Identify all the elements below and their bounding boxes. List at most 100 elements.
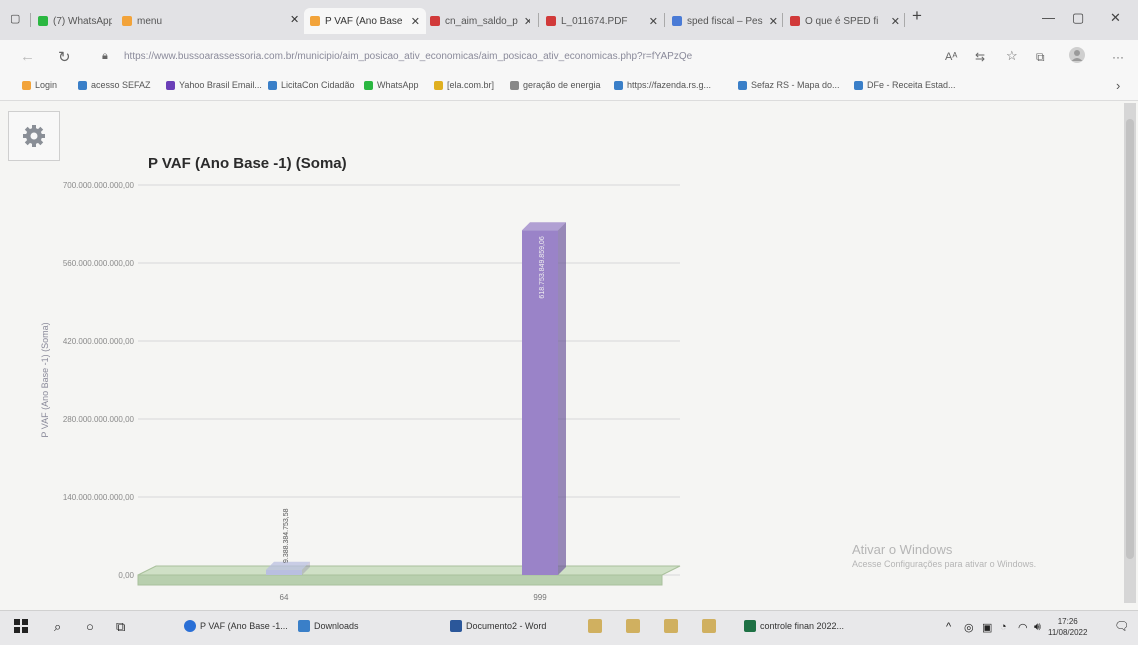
taskbar-app-label: P VAF (Ano Base -1... xyxy=(200,621,288,631)
tab-actions-icon[interactable]: ▢ xyxy=(10,12,20,25)
close-icon[interactable]: ✕ xyxy=(518,15,530,28)
watermark-title: Ativar o Windows xyxy=(852,542,953,557)
close-icon[interactable]: ✕ xyxy=(290,13,299,26)
app-icon[interactable] xyxy=(588,619,602,636)
site-icon xyxy=(790,16,800,26)
tray-app-icon[interactable]: ◎ xyxy=(964,621,974,634)
bookmark-fazenda-rs[interactable]: https://fazenda.rs.g... xyxy=(614,80,711,90)
collections-icon[interactable]: ⧉ xyxy=(1036,50,1045,65)
taskbar-app-browser[interactable]: P VAF (Ano Base -1... xyxy=(184,620,288,632)
bookmark-ela[interactable]: [ela.com.br] xyxy=(434,80,494,90)
windows-start-icon[interactable] xyxy=(14,619,28,636)
taskbar-app-word[interactable]: Documento2 - Word xyxy=(450,620,546,632)
minimize-button[interactable]: — xyxy=(1042,10,1055,25)
reload-icon[interactable]: ↻ xyxy=(58,48,71,66)
favorite-star-icon[interactable]: ☆ xyxy=(1006,48,1018,64)
search-icon xyxy=(672,16,682,26)
y-tick-label: 420.000.000.000,00 xyxy=(63,337,135,346)
bookmark-yahoo[interactable]: Yahoo Brasil Email... xyxy=(166,80,262,90)
taskbar-app-label: Documento2 - Word xyxy=(466,621,547,631)
close-icon[interactable]: ✕ xyxy=(643,15,658,28)
bookmark-label: Login xyxy=(35,80,58,90)
url-field[interactable]: https://www.bussoarassessoria.com.br/mun… xyxy=(124,51,692,62)
tray-overflow-icon[interactable]: ^ xyxy=(946,621,951,633)
yahoo-icon xyxy=(166,80,175,90)
address-bar: ← ↻ 🔒︎ https://www.bussoarassessoria.com… xyxy=(0,40,1138,74)
site-icon xyxy=(268,80,277,90)
chart-floor-front xyxy=(137,574,663,586)
tab-label: sped fiscal – Pes xyxy=(687,15,763,27)
lock-icon: 🔒︎ xyxy=(102,50,108,62)
bookmark-sefaz-rs-mapa[interactable]: Sefaz RS - Mapa do... xyxy=(738,80,840,90)
more-menu-icon[interactable]: ··· xyxy=(1112,50,1124,64)
close-icon[interactable]: ✕ xyxy=(885,15,900,28)
bookmark-label: [ela.com.br] xyxy=(447,80,495,90)
restore-button[interactable]: ▢ xyxy=(1072,10,1084,26)
cortana-icon[interactable]: ○ xyxy=(86,619,94,634)
taskbar-app-label: controle finan 2022... xyxy=(760,621,845,631)
tray-app-icon[interactable]: ▣ xyxy=(982,621,992,634)
more-bookmarks-chevron-icon[interactable]: › xyxy=(1116,78,1120,93)
site-icon xyxy=(310,16,320,26)
bookmark-licitacon[interactable]: LicitaCon Cidadão xyxy=(268,80,355,90)
tab-p-vaf[interactable]: P VAF (Ano Base ✕ xyxy=(304,8,426,34)
windows-taskbar: ⌕ ○ ⧉ P VAF (Ano Base -1... Downloads Do… xyxy=(0,610,1138,645)
y-tick-label: 700.000.000.000,00 xyxy=(63,181,135,190)
new-tab-button[interactable]: + xyxy=(912,6,922,26)
back-arrow-icon[interactable]: ← xyxy=(20,48,35,65)
bar-side xyxy=(558,222,566,575)
bookmark-label: WhatsApp xyxy=(377,80,419,90)
page-content: 0,00 140.000.000.000,00 280.000.000.000,00… xyxy=(0,101,1138,610)
chart-floor-top xyxy=(137,565,681,576)
tab-divider xyxy=(664,13,665,27)
bookmark-label: Yahoo Brasil Email... xyxy=(179,80,262,90)
folder-icon xyxy=(854,80,863,90)
close-icon[interactable]: ✕ xyxy=(405,15,420,28)
tab-label: O que é SPED fi xyxy=(805,15,879,27)
close-window-button[interactable]: ✕ xyxy=(1110,10,1121,26)
bar xyxy=(266,569,302,575)
notification-icon[interactable]: 🗨︎ xyxy=(1114,619,1129,633)
translate-icon[interactable]: ⇆ xyxy=(975,50,985,64)
download-icon xyxy=(298,620,310,632)
tab-cn-aim-saldo[interactable]: cn_aim_saldo_p ✕ xyxy=(430,8,530,34)
app-icon[interactable] xyxy=(626,619,640,636)
x-tick-label: 64 xyxy=(280,593,289,602)
y-tick-label: 560.000.000.000,00 xyxy=(63,259,135,268)
bar-chart: 0,00 140.000.000.000,00 280.000.000.000,00… xyxy=(40,181,681,602)
taskbar-app-excel[interactable]: controle finan 2022... xyxy=(744,620,844,632)
site-icon xyxy=(122,16,132,26)
tab-sped-fiscal[interactable]: sped fiscal – Pes ✕ xyxy=(672,8,778,34)
y-tick-label: 0,00 xyxy=(118,571,134,580)
app-icon[interactable] xyxy=(664,619,678,636)
edge-icon xyxy=(184,620,196,632)
tab-whatsapp[interactable]: (7) WhatsApp ✕ xyxy=(38,8,112,34)
app-icon[interactable] xyxy=(702,619,716,636)
profile-avatar-icon[interactable] xyxy=(1068,46,1086,68)
tab-o-que-e-sped[interactable]: O que é SPED fi ✕ xyxy=(790,8,900,34)
tab-label: menu xyxy=(137,15,163,27)
tab-l-011674-pdf[interactable]: L_011674.PDF ✕ xyxy=(546,8,658,34)
volume-icon[interactable]: 🔊︎ xyxy=(1034,621,1041,634)
browser-tab-bar: ▢ (7) WhatsApp ✕ menu ✕ P VAF (Ano Base … xyxy=(0,0,1138,40)
site-icon xyxy=(510,80,519,90)
task-view-icon[interactable]: ⧉ xyxy=(116,619,125,635)
scrollbar-thumb[interactable] xyxy=(1126,119,1134,559)
wifi-icon[interactable]: ◠ xyxy=(1018,621,1028,634)
bookmark-whatsapp[interactable]: WhatsApp xyxy=(364,80,419,90)
network-icon[interactable]: ◔ xyxy=(1000,621,1007,633)
bookmark-dfe-receita[interactable]: DFe - Receita Estad... xyxy=(854,80,956,90)
word-icon xyxy=(450,620,462,632)
bookmark-login[interactable]: Login xyxy=(22,80,57,90)
search-icon[interactable]: ⌕ xyxy=(54,619,61,635)
tab-menu[interactable]: menu xyxy=(122,8,194,34)
system-clock[interactable]: 17:26 11/08/2022 xyxy=(1048,616,1087,638)
read-aloud-icon[interactable]: Aᴬ xyxy=(945,51,957,63)
watermark-subtitle: Acesse Configurações para ativar o Windo… xyxy=(852,559,1037,569)
close-icon[interactable]: ✕ xyxy=(763,15,778,28)
bookmark-acesso-sefaz[interactable]: acesso SEFAZ xyxy=(78,80,151,90)
taskbar-app-downloads[interactable]: Downloads xyxy=(298,620,359,632)
bookmark-geracao-energia[interactable]: geração de energia xyxy=(510,80,601,90)
folder-icon xyxy=(78,80,87,90)
bookmark-label: Sefaz RS - Mapa do... xyxy=(751,80,840,90)
